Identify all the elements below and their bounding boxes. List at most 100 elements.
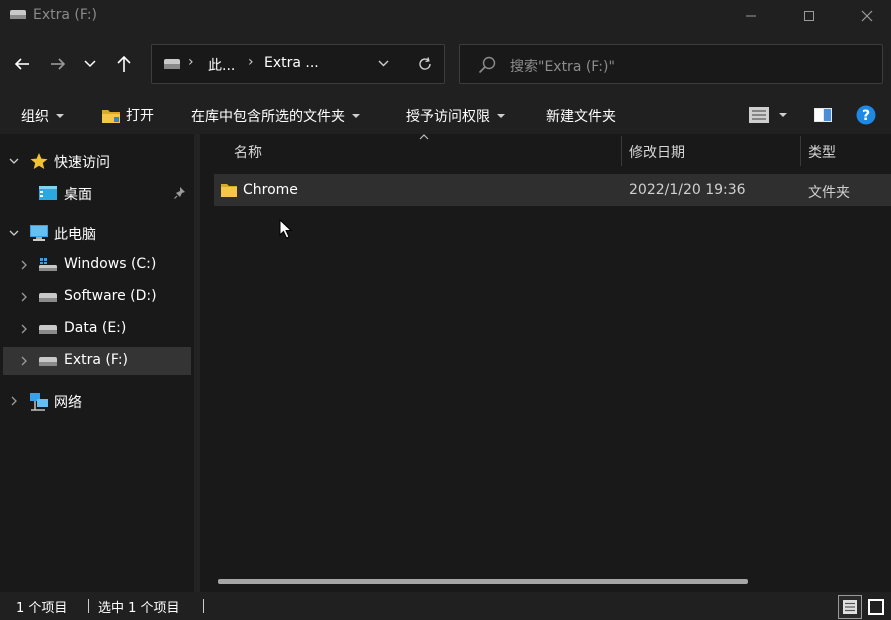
sidebar-item-label: 此电脑 bbox=[54, 227, 96, 243]
chevron-right-icon[interactable] bbox=[18, 259, 30, 271]
refresh-icon bbox=[419, 57, 431, 70]
sidebar-item-drive-f[interactable]: Extra (F:) bbox=[3, 347, 191, 375]
include-in-library-label: 在库中包含所选的文件夹 bbox=[191, 109, 345, 125]
preview-pane-button[interactable] bbox=[813, 106, 833, 124]
recent-locations-button[interactable] bbox=[75, 49, 105, 79]
drive-icon bbox=[163, 58, 181, 70]
chevron-right-icon: › bbox=[188, 54, 194, 70]
column-header-name[interactable]: 名称 bbox=[234, 142, 262, 162]
close-button[interactable] bbox=[838, 0, 891, 32]
navigation-pane: 快速访问 桌面 此电脑 Windows (C:) Software (D:) D… bbox=[0, 134, 194, 592]
large-icons-view-button[interactable] bbox=[864, 595, 888, 619]
system-drive-icon bbox=[38, 256, 58, 274]
title-bar: Extra (F:) bbox=[0, 0, 891, 32]
search-input[interactable]: 搜索"Extra (F:)" bbox=[510, 56, 615, 76]
sidebar-item-network[interactable]: 网络 bbox=[3, 387, 191, 415]
pin-icon[interactable] bbox=[174, 187, 186, 199]
chevron-down-icon bbox=[378, 60, 389, 67]
arrow-up-icon bbox=[117, 55, 131, 72]
sidebar-item-label: Extra (F:) bbox=[64, 352, 129, 368]
sidebar-item-drive-e[interactable]: Data (E:) bbox=[3, 315, 191, 343]
sidebar-item-this-pc[interactable]: 此电脑 bbox=[3, 219, 191, 247]
folder-open-icon bbox=[101, 106, 121, 124]
forward-button[interactable] bbox=[43, 49, 73, 79]
sidebar-item-quick-access[interactable]: 快速访问 bbox=[3, 147, 191, 175]
maximize-button[interactable] bbox=[780, 0, 838, 32]
file-row[interactable]: Chrome 2022/1/20 19:36 文件夹 bbox=[214, 174, 891, 206]
drive-icon bbox=[38, 288, 58, 306]
chevron-right-icon: › bbox=[248, 54, 254, 70]
breadcrumb-this-pc[interactable]: 此... bbox=[208, 55, 235, 75]
breadcrumb-extra[interactable]: Extra ... bbox=[264, 55, 319, 71]
drive-icon bbox=[38, 352, 58, 370]
chevron-down-icon[interactable] bbox=[8, 155, 20, 167]
details-view-button[interactable] bbox=[838, 595, 862, 619]
address-bar[interactable]: › 此... › Extra ... bbox=[151, 44, 445, 84]
column-header-type[interactable]: 类型 bbox=[808, 142, 836, 162]
sidebar-item-desktop[interactable]: 桌面 bbox=[3, 179, 191, 207]
chevron-right-icon[interactable] bbox=[18, 355, 30, 367]
organize-button[interactable]: 组织 bbox=[21, 106, 64, 126]
sidebar-item-drive-c[interactable]: Windows (C:) bbox=[3, 251, 191, 279]
file-type: 文件夹 bbox=[808, 185, 850, 201]
column-divider[interactable] bbox=[621, 136, 622, 166]
new-folder-button[interactable]: 新建文件夹 bbox=[546, 106, 616, 126]
sidebar-item-label: 网络 bbox=[54, 395, 82, 411]
large-icons-view-icon bbox=[868, 599, 884, 615]
up-button[interactable] bbox=[109, 49, 139, 79]
status-divider bbox=[203, 599, 204, 613]
details-view-icon bbox=[843, 600, 857, 614]
file-modified: 2022/1/20 19:36 bbox=[629, 182, 746, 198]
back-button[interactable] bbox=[7, 49, 37, 79]
sidebar-item-label: Software (D:) bbox=[64, 288, 157, 304]
desktop-icon bbox=[38, 184, 58, 202]
folder-icon bbox=[220, 182, 238, 198]
star-icon bbox=[29, 152, 49, 170]
open-button[interactable]: 打开 bbox=[101, 105, 154, 125]
window-title: Extra (F:) bbox=[33, 7, 98, 23]
caret-down-icon bbox=[352, 114, 360, 118]
network-icon bbox=[29, 392, 49, 411]
chevron-right-icon[interactable] bbox=[8, 395, 20, 407]
include-in-library-button[interactable]: 在库中包含所选的文件夹 bbox=[191, 106, 360, 126]
selected-count: 选中 1 个项目 bbox=[98, 601, 180, 616]
chevron-down-icon bbox=[84, 60, 96, 68]
chevron-down-icon[interactable] bbox=[8, 227, 20, 239]
refresh-button[interactable] bbox=[417, 56, 433, 72]
status-divider bbox=[88, 599, 89, 613]
search-box[interactable]: 搜索"Extra (F:)" bbox=[459, 44, 883, 84]
sidebar-item-label: 桌面 bbox=[64, 187, 92, 203]
new-folder-label: 新建文件夹 bbox=[546, 109, 616, 125]
help-icon: ? bbox=[856, 105, 876, 125]
arrow-right-icon bbox=[51, 58, 66, 70]
drive-icon bbox=[9, 9, 27, 20]
chevron-right-icon[interactable] bbox=[18, 291, 30, 303]
item-count: 1 个项目 bbox=[16, 601, 68, 616]
minimize-button[interactable] bbox=[722, 0, 780, 32]
command-bar: 组织 打开 在库中包含所选的文件夹 授予访问权限 新建文件夹 ? bbox=[0, 96, 891, 134]
svg-text:?: ? bbox=[862, 108, 870, 124]
details-view-icon bbox=[749, 107, 787, 123]
file-list: 名称 修改日期 类型 Chrome 2022/1/20 19:36 文件夹 bbox=[200, 134, 891, 592]
grant-access-button[interactable]: 授予访问权限 bbox=[406, 106, 505, 126]
preview-pane-icon bbox=[814, 108, 832, 122]
help-button[interactable]: ? bbox=[856, 105, 876, 125]
sidebar-item-drive-d[interactable]: Software (D:) bbox=[3, 283, 191, 311]
sidebar-item-label: 快速访问 bbox=[54, 155, 110, 171]
horizontal-scrollbar[interactable] bbox=[218, 579, 748, 584]
column-header-modified[interactable]: 修改日期 bbox=[629, 142, 685, 162]
mouse-pointer-icon bbox=[279, 219, 293, 239]
file-name[interactable]: Chrome bbox=[243, 182, 298, 198]
navigation-bar: › 此... › Extra ... 搜索"Extra (F:)" bbox=[0, 32, 891, 96]
column-divider[interactable] bbox=[800, 136, 801, 166]
arrow-left-icon bbox=[14, 58, 29, 70]
chevron-right-icon[interactable] bbox=[18, 323, 30, 335]
organize-label: 组织 bbox=[21, 109, 49, 125]
address-history-button[interactable] bbox=[378, 60, 389, 67]
grant-access-label: 授予访问权限 bbox=[406, 109, 490, 125]
caret-down-icon bbox=[56, 114, 64, 118]
status-bar: 1 个项目 选中 1 个项目 bbox=[0, 592, 891, 620]
search-icon bbox=[478, 56, 496, 74]
view-options-button[interactable] bbox=[748, 106, 792, 124]
drive-icon bbox=[38, 320, 58, 338]
